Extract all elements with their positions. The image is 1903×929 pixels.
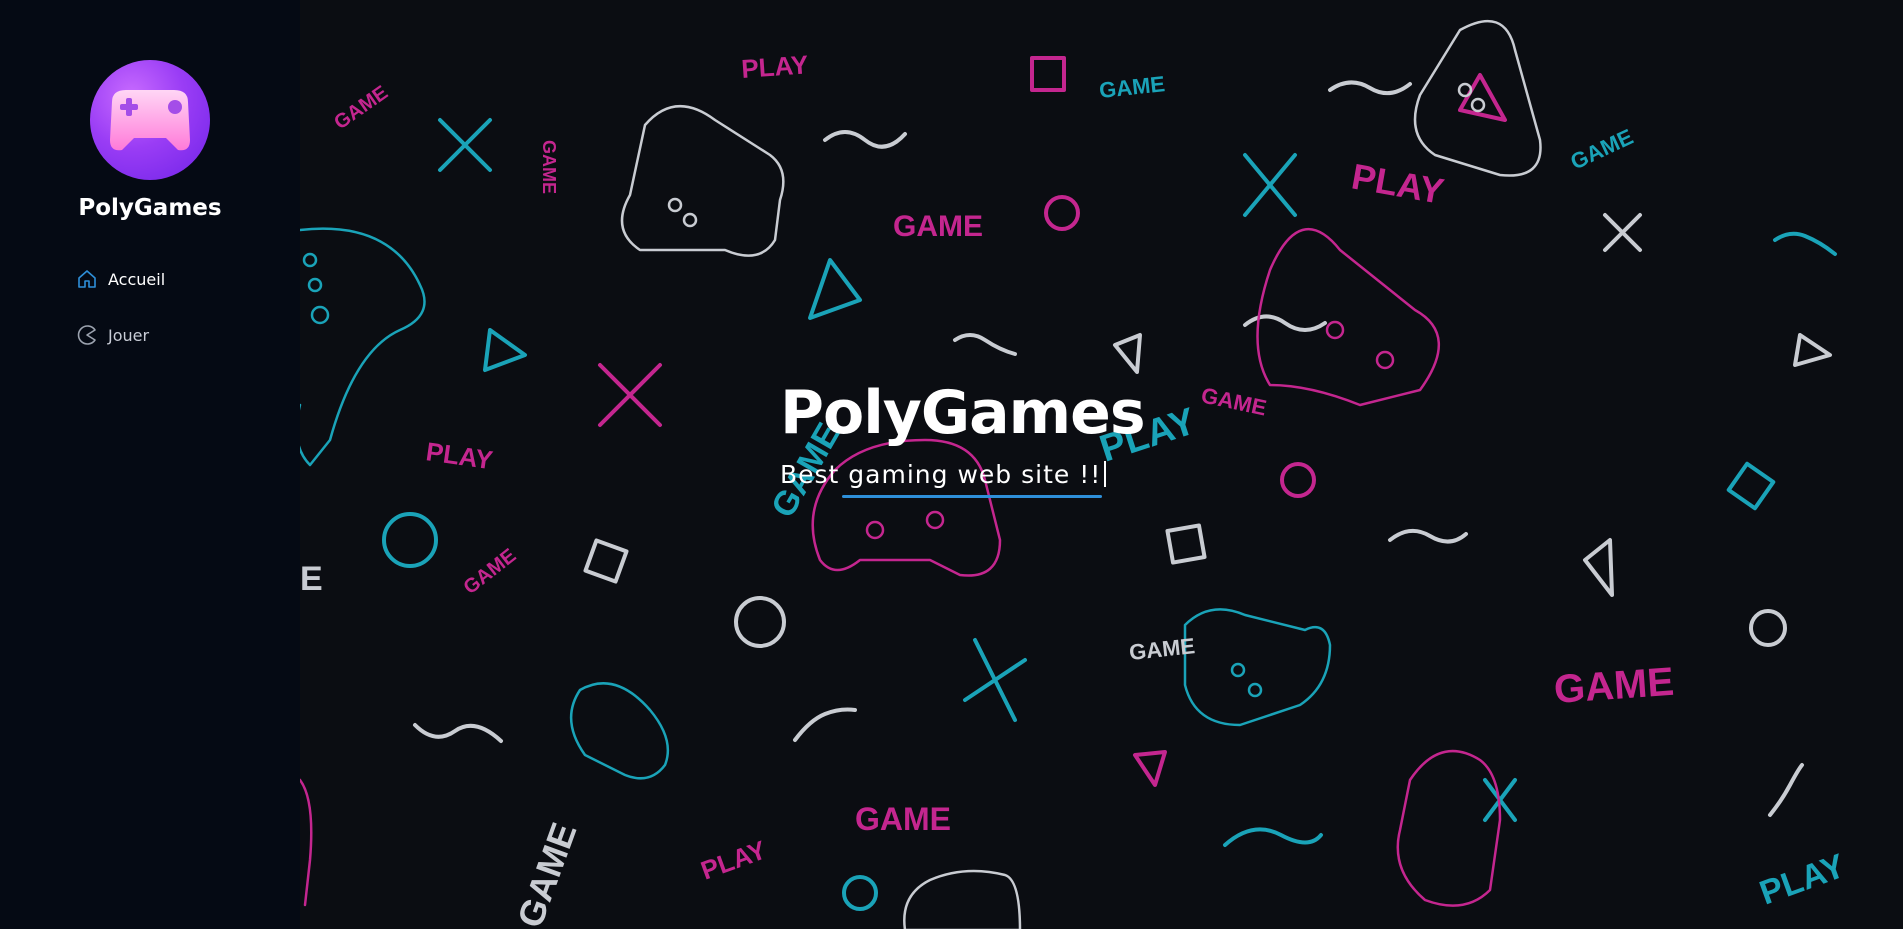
svg-text:E: E (300, 560, 323, 598)
sidebar-item-label: Jouer (108, 325, 150, 345)
sidebar-brand-name: PolyGames (78, 195, 222, 221)
svg-text:GAME: GAME (855, 801, 951, 837)
svg-text:GAME: GAME (1098, 71, 1166, 103)
svg-text:PLAY: PLAY (740, 49, 809, 84)
hero-title: PolyGames (780, 378, 1146, 448)
sidebar-item-label: Accueil (108, 269, 166, 289)
svg-text:GAME: GAME (539, 140, 559, 194)
hero-subtitle-text: Best gaming web site !! (780, 460, 1102, 489)
svg-text:GAME: GAME (509, 817, 584, 929)
svg-text:GAME: GAME (893, 210, 983, 243)
svg-text:GAME: GAME (330, 82, 392, 134)
hero-underline (842, 495, 1102, 498)
home-icon (76, 268, 98, 290)
svg-text:GAME: GAME (1553, 660, 1676, 712)
svg-text:PLAY: PLAY (697, 835, 770, 886)
hero-subtitle: Best gaming web site !! (780, 460, 1107, 489)
pacman-icon (76, 324, 98, 346)
gamepad-logo-icon (110, 90, 190, 151)
logo[interactable] (90, 60, 210, 180)
svg-text:PLAY: PLAY (1755, 847, 1851, 913)
typing-cursor (1104, 461, 1107, 487)
svg-text:PLAY: PLAY (424, 436, 494, 475)
sidebar-item-jouer[interactable]: Jouer (76, 323, 149, 347)
svg-text:GAME: GAME (460, 545, 521, 599)
svg-text:PLAY: PLAY (1349, 156, 1447, 212)
svg-text:GAME: GAME (1567, 124, 1637, 175)
sidebar: PolyGames Accueil Jouer (0, 0, 300, 929)
sidebar-item-accueil[interactable]: Accueil (76, 267, 165, 291)
hero-banner: GAME PLAY GAME GAME GAME PLAY GAME GAME … (300, 0, 1903, 929)
